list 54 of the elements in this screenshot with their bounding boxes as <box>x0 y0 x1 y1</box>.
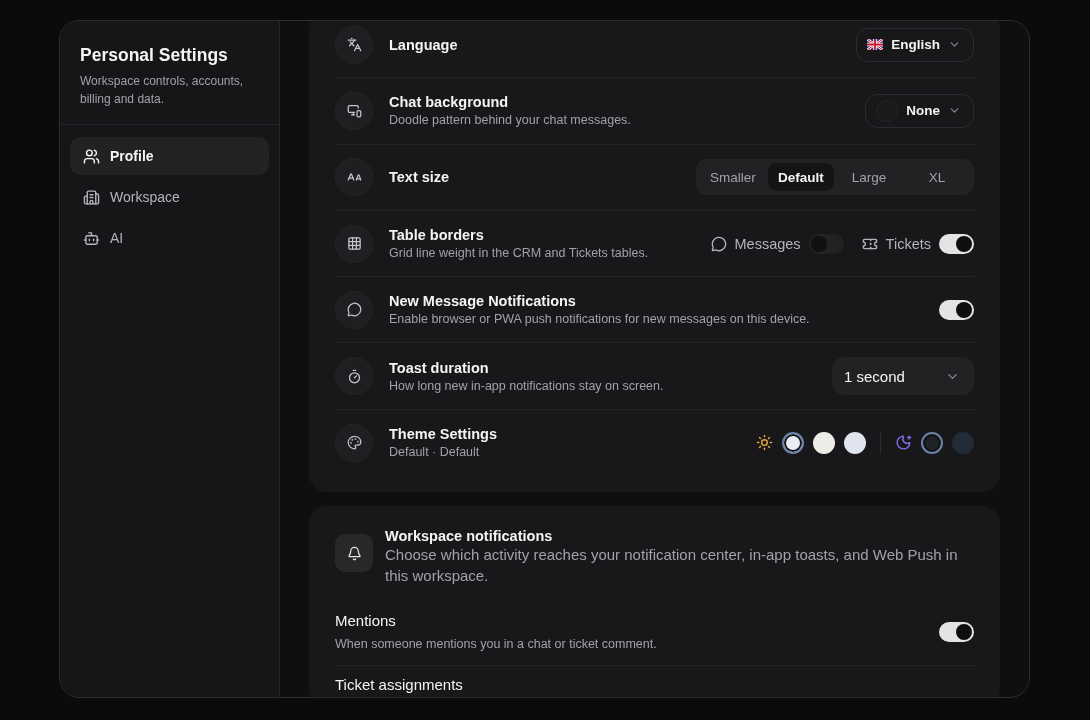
setting-description: How long new in-app notifications stay on screen. <box>389 378 665 393</box>
setting-description: Enable browser or PWA push notifications for new messages on this device. <box>389 312 811 327</box>
nav-item[interactable]: AI <box>70 219 269 257</box>
sidebar-title: Personal Settings <box>80 45 229 66</box>
setting-title: Text size <box>389 169 451 186</box>
theme-swatch[interactable] <box>952 431 974 454</box>
setting-description: Grid line weight in the CRM and Tickets tables. <box>389 246 650 261</box>
setting-title: Table borders <box>389 227 485 244</box>
toggle-switch[interactable] <box>939 233 974 254</box>
toggle-label: Messages <box>734 235 801 252</box>
setting-title: Toast duration <box>389 359 490 376</box>
palette-icon <box>335 423 373 462</box>
sun-icon <box>756 434 773 452</box>
theme-swatch[interactable] <box>844 431 866 454</box>
segment-option[interactable]: Smaller <box>700 163 766 192</box>
nav-item[interactable]: Profile <box>70 137 269 175</box>
sidebar-subtitle: Workspace controls, accounts, billing and data. <box>80 73 245 108</box>
segment-option[interactable]: Default <box>768 163 834 192</box>
toggle-label: Tickets <box>885 235 931 252</box>
bell-icon <box>335 534 373 573</box>
building-icon <box>83 188 100 206</box>
select-dropdown[interactable]: 1 second <box>832 357 974 396</box>
theme-swatch[interactable] <box>921 431 943 454</box>
nav-item[interactable]: Workspace <box>70 178 269 216</box>
toggle-switch[interactable] <box>939 621 974 642</box>
monitor-icon <box>335 91 373 130</box>
toggle-switch[interactable] <box>939 299 974 320</box>
theme-swatch[interactable] <box>782 431 804 454</box>
setting-title: Language <box>389 36 459 53</box>
setting-title: Mentions <box>335 612 397 630</box>
segment-option[interactable]: Large <box>836 163 902 192</box>
section-description: Choose which activity reaches your notification center, in-app toasts, and Web Push in this workspace. <box>385 545 959 587</box>
timer-icon <box>335 357 373 396</box>
section-title: Workspace notifications <box>385 528 554 545</box>
flag-icon <box>867 39 884 51</box>
chat-bubble-icon <box>335 290 373 329</box>
segment-option[interactable]: XL <box>904 163 970 192</box>
chat-bubble-icon <box>710 235 727 252</box>
robot-icon <box>83 229 100 247</box>
setting-description: Doodle pattern behind your chat messages. <box>389 113 632 128</box>
select-dropdown[interactable]: None <box>865 93 974 128</box>
users-icon <box>83 147 100 165</box>
setting-title: Theme Settings <box>389 426 498 443</box>
text-size-icon <box>335 158 373 197</box>
setting-description: When someone mentions you in a chat or ticket comment. <box>335 637 657 652</box>
theme-swatch[interactable] <box>813 431 835 454</box>
moon-icon <box>895 434 912 452</box>
grid-icon <box>335 224 373 263</box>
select-dropdown[interactable]: English <box>856 27 974 62</box>
translate-icon <box>335 25 373 64</box>
setting-title: Ticket assignments <box>335 676 463 694</box>
setting-title: New Message Notifications <box>389 293 577 310</box>
setting-description: Default · Default <box>389 445 481 460</box>
setting-title: Chat background <box>389 94 510 111</box>
